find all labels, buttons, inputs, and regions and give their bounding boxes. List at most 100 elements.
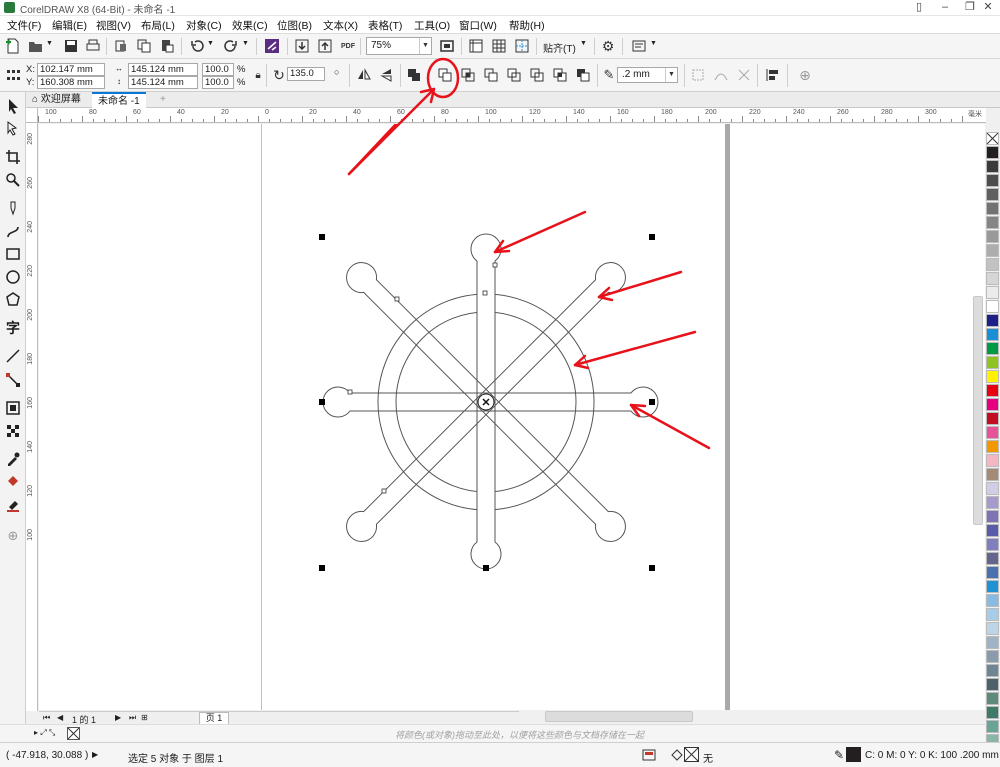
save-icon[interactable]: [62, 37, 80, 55]
polygon-tool-icon[interactable]: [3, 290, 23, 310]
color-swatch[interactable]: [986, 286, 999, 299]
next-page-icon[interactable]: ▶: [115, 713, 121, 722]
selection-handle-bottom-center[interactable]: [483, 565, 489, 571]
menu-tools[interactable]: 工具(O): [414, 18, 450, 33]
color-swatch[interactable]: [986, 328, 999, 341]
color-swatch[interactable]: [986, 538, 999, 551]
menu-file[interactable]: 文件(F): [7, 18, 41, 33]
ellipse-tool-icon[interactable]: [3, 267, 23, 287]
search-content-icon[interactable]: [263, 37, 281, 55]
export-icon[interactable]: [316, 37, 334, 55]
color-swatch[interactable]: [986, 300, 999, 313]
intersect-icon[interactable]: [459, 66, 477, 84]
vertical-scrollbar[interactable]: [973, 296, 983, 525]
application-launcher-icon[interactable]: [630, 37, 648, 55]
color-swatch[interactable]: [986, 230, 999, 243]
mirror-horizontal-icon[interactable]: [355, 66, 373, 84]
color-swatch[interactable]: [986, 482, 999, 495]
menu-object[interactable]: 对象(C): [186, 18, 222, 33]
horizontal-ruler[interactable]: 毫米 100 80 60 40 20 0 20 40 60 80 100 120 140 160 180 20…: [38, 108, 986, 123]
open-dropdown-icon[interactable]: ▼: [46, 40, 53, 47]
color-swatch[interactable]: [986, 188, 999, 201]
color-swatch[interactable]: [986, 412, 999, 425]
color-swatch[interactable]: [986, 356, 999, 369]
color-swatch[interactable]: [986, 566, 999, 579]
color-swatch[interactable]: [986, 468, 999, 481]
last-page-icon[interactable]: ⏭: [129, 713, 136, 723]
combine-icon[interactable]: [574, 66, 592, 84]
color-swatch[interactable]: [986, 664, 999, 677]
add-page-icon[interactable]: ⊞: [141, 713, 148, 722]
color-proof-icon[interactable]: [642, 748, 656, 765]
color-swatch[interactable]: [986, 146, 999, 159]
outline-color-swatch[interactable]: [846, 747, 861, 762]
color-swatch[interactable]: [986, 454, 999, 467]
no-fill-swatch[interactable]: [67, 727, 80, 740]
color-swatch[interactable]: [986, 342, 999, 355]
color-swatch[interactable]: [986, 580, 999, 593]
rectangle-tool-icon[interactable]: [3, 244, 23, 264]
connector-tool-icon[interactable]: [3, 370, 23, 390]
create-boundary-icon[interactable]: [551, 66, 569, 84]
color-swatch[interactable]: [986, 426, 999, 439]
node-handle[interactable]: [347, 389, 353, 395]
y-position-field[interactable]: 160.308 mm: [37, 76, 105, 89]
color-swatch[interactable]: [986, 692, 999, 705]
color-swatch[interactable]: [986, 370, 999, 383]
color-swatch[interactable]: [986, 622, 999, 635]
object-width-field[interactable]: 145.124 mm: [128, 63, 198, 76]
snap-dropdown-icon[interactable]: ▼: [580, 40, 587, 47]
scale-width-field[interactable]: 100.0: [202, 63, 234, 76]
transparency-tool-icon[interactable]: [3, 421, 23, 441]
publish-pdf-button[interactable]: PDF: [339, 37, 357, 55]
undo-dropdown-icon[interactable]: ▼: [207, 40, 214, 47]
menu-layout[interactable]: 布局(L): [141, 18, 175, 33]
menu-effects[interactable]: 效果(C): [232, 18, 268, 33]
paste-icon[interactable]: [158, 37, 176, 55]
new-document-icon[interactable]: [4, 37, 22, 55]
open-folder-icon[interactable]: [27, 37, 45, 55]
show-grid-icon[interactable]: [490, 37, 508, 55]
first-page-icon[interactable]: ⏮: [43, 713, 50, 723]
front-minus-back-icon[interactable]: [505, 66, 523, 84]
print-icon[interactable]: [84, 37, 102, 55]
color-swatch[interactable]: [986, 216, 999, 229]
object-origin-icon[interactable]: [4, 66, 22, 84]
artistic-media-icon[interactable]: [3, 221, 23, 241]
color-swatch[interactable]: [986, 524, 999, 537]
add-tool-icon[interactable]: ⊕: [3, 526, 23, 546]
new-tab-button[interactable]: +: [154, 92, 172, 108]
color-swatch[interactable]: [986, 608, 999, 621]
color-swatch[interactable]: [986, 384, 999, 397]
color-swatch[interactable]: [986, 650, 999, 663]
freehand-tool-icon[interactable]: [3, 198, 23, 218]
break-apart-icon[interactable]: [689, 66, 707, 84]
outline-width-select[interactable]: .2 mm ▼: [617, 67, 678, 83]
ruler-origin[interactable]: [26, 108, 38, 123]
align-distribute-icon[interactable]: [764, 66, 782, 84]
color-swatch[interactable]: [986, 314, 999, 327]
selection-handle-middle-right[interactable]: [649, 399, 655, 405]
color-swatch[interactable]: [986, 706, 999, 719]
options-gear-icon[interactable]: ⚙: [599, 37, 617, 55]
cut-icon[interactable]: [112, 37, 130, 55]
tab-document[interactable]: 未命名 -1: [92, 92, 146, 108]
node-handle[interactable]: [381, 488, 387, 494]
show-rulers-icon[interactable]: [467, 37, 485, 55]
text-tool-icon[interactable]: 字: [3, 318, 23, 338]
prev-page-icon[interactable]: ◀: [57, 713, 63, 722]
trim-icon[interactable]: [436, 66, 454, 84]
color-swatch[interactable]: [986, 678, 999, 691]
selection-handle-top-left[interactable]: [319, 234, 325, 240]
color-swatch[interactable]: [986, 720, 999, 733]
launcher-dropdown-icon[interactable]: ▼: [650, 40, 657, 47]
ungroup-icon[interactable]: [735, 66, 753, 84]
fill-none-swatch[interactable]: [684, 747, 699, 762]
color-swatch[interactable]: [986, 272, 999, 285]
redo-dropdown-icon[interactable]: ▼: [242, 40, 249, 47]
menu-edit[interactable]: 编辑(E): [52, 18, 87, 33]
simplify-icon[interactable]: [482, 66, 500, 84]
convert-to-curves-icon[interactable]: [712, 66, 730, 84]
menu-view[interactable]: 视图(V): [96, 18, 131, 33]
snap-to-button[interactable]: 贴齐(T): [543, 40, 576, 55]
